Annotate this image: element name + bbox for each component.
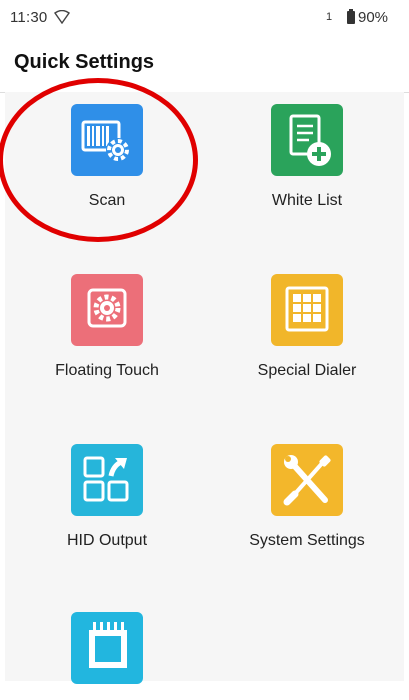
tile-label: Floating Touch [55,362,159,379]
status-time: 11:30 [10,9,48,26]
barcode-scan-gear-icon [71,104,143,176]
squares-arrow-icon [71,444,143,516]
wrench-screwdriver-icon [271,444,343,516]
tile-chip[interactable] [17,612,197,700]
tile-white-list[interactable]: White List [217,104,397,210]
checklist-plus-icon [271,104,343,176]
tiles-grid: Scan White List Floating Touch Special D… [0,78,404,684]
status-bar: 11:30 1 90% [0,0,409,36]
tile-hid-output[interactable]: HID Output [17,444,197,550]
page-title: Quick Settings [14,51,155,73]
tile-label: White List [271,192,343,209]
sim-indicator: 1 [326,11,333,23]
gear-icon [71,274,143,346]
tile-special-dialer[interactable]: Special Dialer [217,274,397,380]
wifi-icon [54,9,70,29]
app-bar: Quick Settings [0,36,409,93]
tile-label: Scan [88,192,126,209]
tile-scan[interactable]: Scan [17,104,197,210]
tile-system-settings[interactable]: System Settings [217,444,397,550]
tile-label: Special Dialer [257,362,357,379]
tile-floating-touch[interactable]: Floating Touch [17,274,197,380]
chip-icon [71,612,143,684]
tile-label: System Settings [249,532,365,549]
grid-dialer-icon [271,274,343,346]
battery-icon [346,9,356,30]
tile-label: HID Output [66,532,148,549]
battery-percent: 90% [358,9,389,26]
